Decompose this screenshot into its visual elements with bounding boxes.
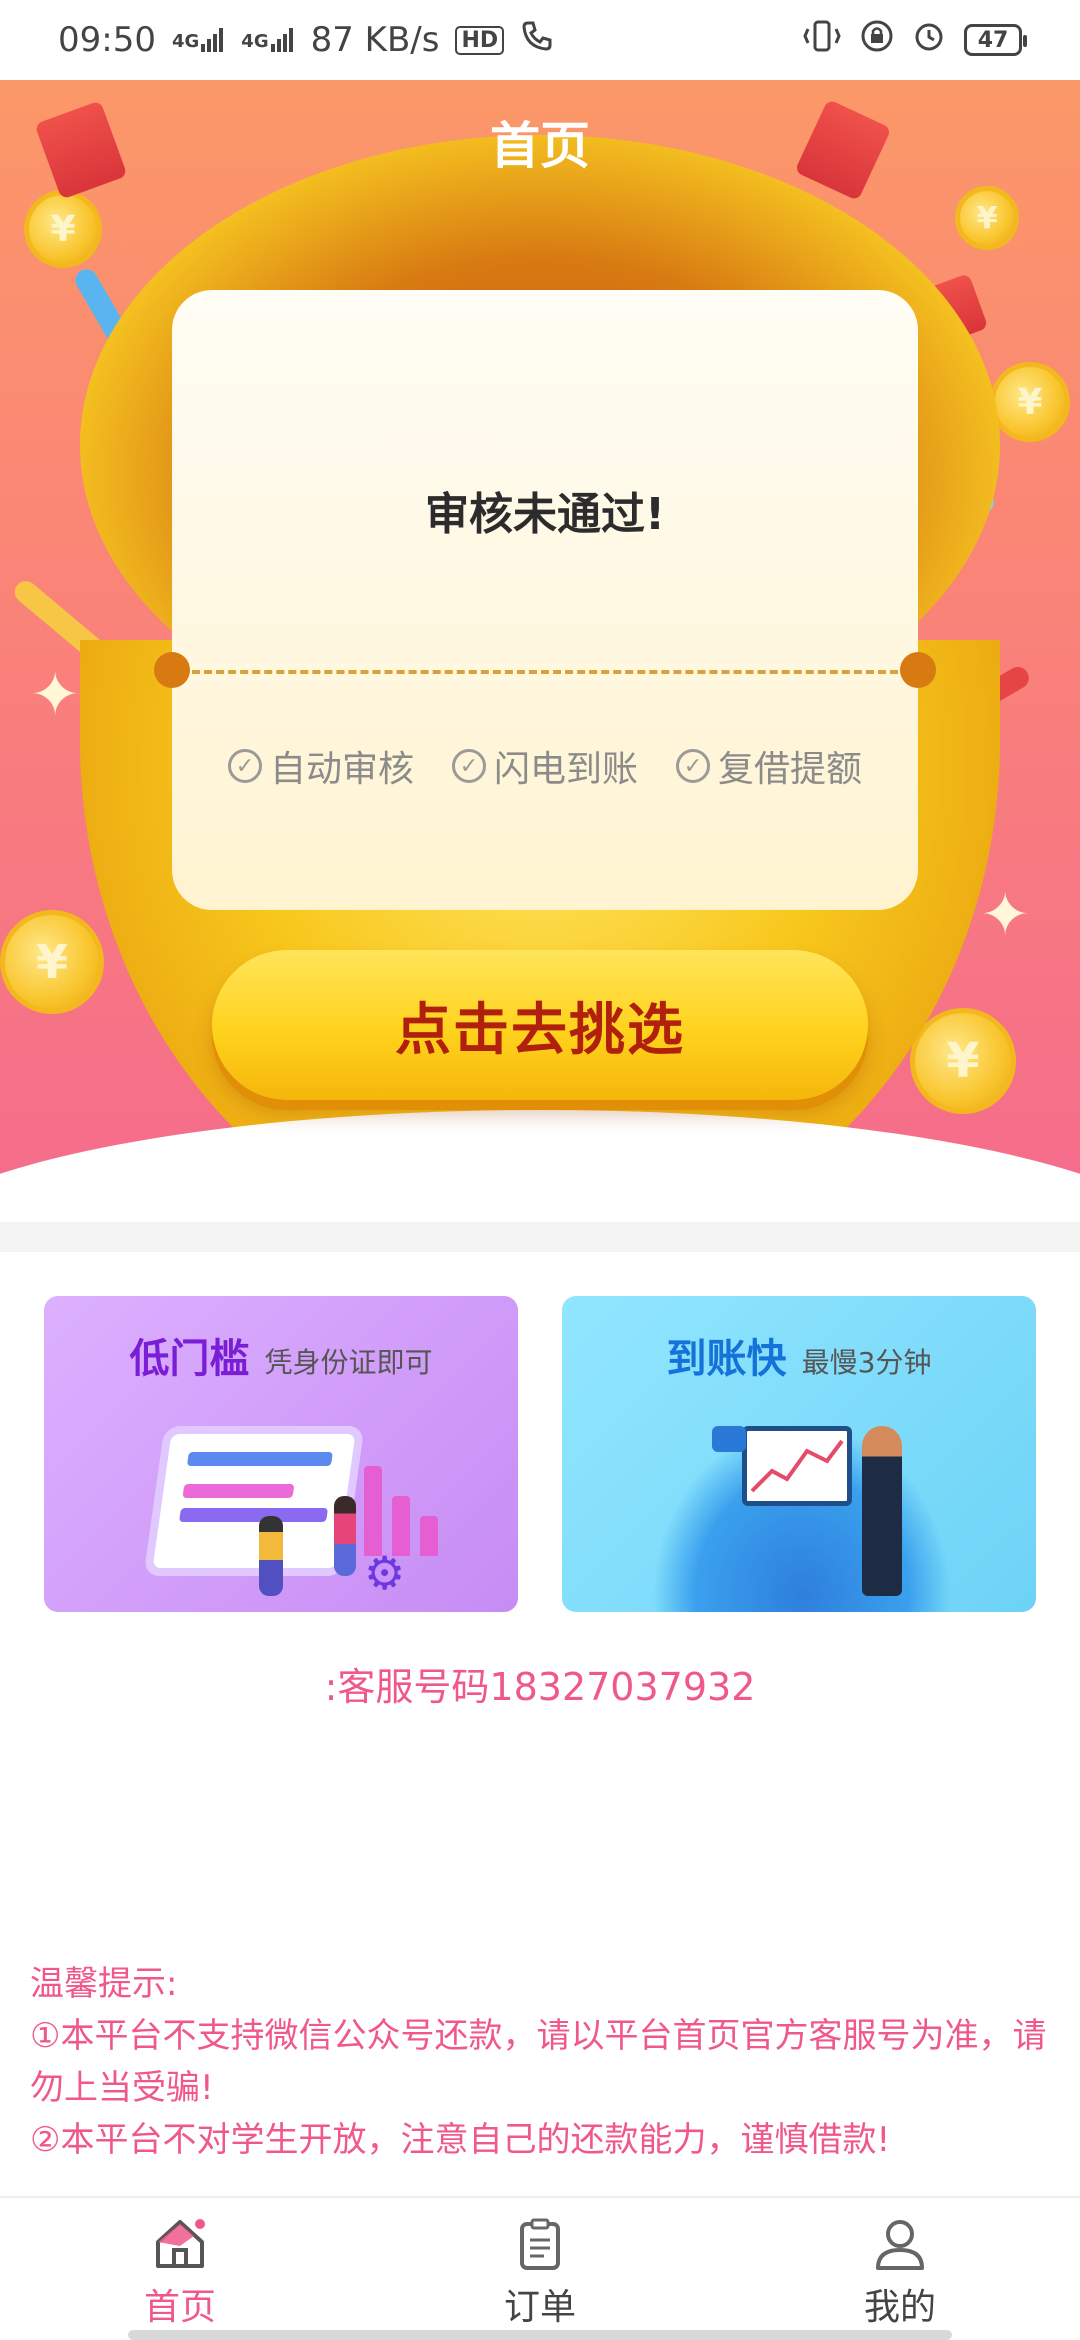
tips-heading: 温馨提示: [30,1964,178,2004]
hero-bottom-curve [0,1110,1080,1200]
monitor-illustration [742,1426,852,1506]
nav-label: 订单 [503,2287,576,2328]
review-status-message: 审核未通过! [424,489,666,540]
nav-item-home[interactable]: 首页 [0,2198,360,2340]
page-title: 首页 [490,117,590,175]
check-circle-icon: ✓ [227,749,262,783]
tip-item: ②本平台不对学生开放，注意自己的还款能力，谨慎借款! [30,2120,891,2160]
lock-icon [860,19,894,62]
sparkle-icon: ✦ [980,880,1031,950]
check-circle-icon: ✓ [451,749,486,783]
promo-card-fast-arrival[interactable]: 到账快 最慢3分钟 [562,1296,1036,1612]
coin-icon: ¥ [990,362,1070,442]
nav-label: 首页 [143,2287,216,2328]
customer-service-hotline[interactable]: :客服号码18327037932 [0,1656,1080,1711]
coin-symbol: ¥ [50,208,76,250]
person-illustration [862,1426,902,1596]
hero-banner: ¥ ¥ ¥ ¥ ¥ ✦ ✦ 首页 审核未通过! ✓ 自动审核 ✓ 闪电到账 ✓ … [0,80,1080,1200]
promo-heading: 到账快 [666,1336,787,1382]
promo-card-low-threshold[interactable]: 低门槛 凭身份证即可 ⚙ [44,1296,518,1612]
signal-icon: 4G [172,28,225,52]
person-illustration [334,1496,356,1576]
promo-subheading: 最慢3分钟 [801,1346,932,1379]
nav-item-orders[interactable]: 订单 [360,2198,720,2340]
coin-symbol: ¥ [1017,381,1043,423]
warm-tips: 温馨提示: ①本平台不支持微信公众号还款，请以平台首页官方客服号为准，请勿上当受… [30,1958,1050,2166]
section-separator [0,1222,1080,1252]
tablet-illustration [143,1426,365,1576]
clipboard-icon [520,2218,560,2270]
promo-title: 低门槛 凭身份证即可 [44,1326,518,1384]
nav-label: 我的 [863,2287,936,2328]
nav-item-mine[interactable]: 我的 [720,2198,1080,2340]
coin-icon: ¥ [955,186,1019,250]
coin-symbol: ¥ [35,935,68,989]
status-card: 审核未通过! ✓ 自动审核 ✓ 闪电到账 ✓ 复借提额 [154,290,936,910]
status-time: 09:50 [58,20,156,60]
feature-list: ✓ 自动审核 ✓ 闪电到账 ✓ 复借提额 [172,740,918,792]
signal-icon-2: 4G [241,28,294,52]
home-indicator[interactable] [128,2330,952,2340]
feature-item: ✓ 复借提额 [676,740,862,792]
check-circle-icon: ✓ [676,749,710,783]
promo-subheading: 凭身份证即可 [264,1346,433,1379]
coin-icon: ¥ [0,910,104,1014]
card-notch [154,652,190,688]
network-type-label-2: 4G [241,31,269,52]
promo-title: 到账快 最慢3分钟 [562,1326,1036,1384]
home-icon [156,2219,205,2268]
vibrate-icon [802,19,842,62]
feature-label: 闪电到账 [493,749,638,790]
coin-icon: ¥ [24,190,102,268]
promo-heading: 低门槛 [129,1336,250,1382]
network-speed: 87 KB/s [310,20,440,60]
feature-item: ✓ 自动审核 [227,740,414,792]
alarm-icon [912,19,946,62]
card-notch [900,652,936,688]
dashed-divider [192,670,898,674]
network-type-label: 4G [171,31,200,52]
go-pick-button[interactable]: 点击去挑选 [212,950,868,1100]
call-icon [520,19,554,62]
feature-label: 自动审核 [269,749,414,790]
sparkle-icon: ✦ [30,660,81,730]
battery-icon: 47 [964,24,1027,56]
coin-symbol: ¥ [946,1033,980,1089]
coin-symbol: ¥ [976,200,998,236]
coin-icon: ¥ [910,1008,1016,1114]
feature-item: ✓ 闪电到账 [451,740,638,792]
tip-item: ①本平台不支持微信公众号还款，请以平台首页官方客服号为准，请勿上当受骗! [30,2016,1047,2108]
hd-icon: HD [455,25,505,55]
status-bar: 09:50 4G 4G 87 KB/s HD 47 [0,0,1080,80]
user-icon [876,2220,924,2270]
feature-label: 复借提额 [718,749,863,790]
chat-bubble-icon [712,1426,746,1452]
bottom-navigation: 首页 订单 我的 [0,2196,1080,2340]
person-illustration [259,1516,283,1596]
bar-graph-illustration [364,1436,444,1556]
gear-icon: ⚙ [364,1546,406,1600]
